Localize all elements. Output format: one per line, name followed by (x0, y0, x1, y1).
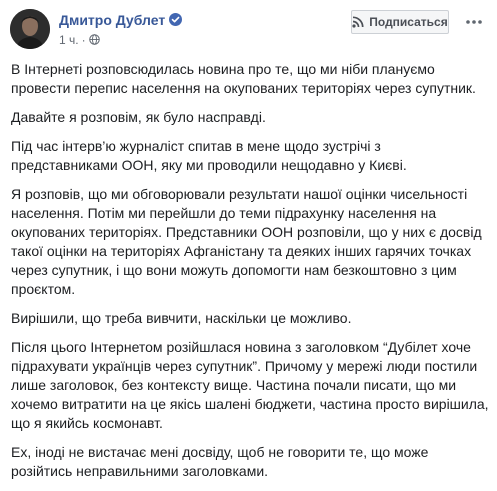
rss-feed-icon (352, 16, 364, 28)
post-paragraph: Вирішили, що треба вивчити, наскільки це… (11, 310, 352, 326)
author-name-text[interactable]: Дмитро Дублет (59, 12, 165, 28)
avatar[interactable] (10, 9, 50, 49)
post-paragraph: Я розповів, що ми обговорювали результат… (11, 186, 482, 297)
post-paragraph: Після цього Інтернетом розійшлася новина… (11, 339, 489, 431)
post-body: В Інтернеті розповсюдилась новина про те… (11, 60, 489, 491)
globe-icon[interactable] (88, 34, 100, 45)
more-options-button[interactable] (461, 10, 487, 34)
post-timestamp[interactable]: 1 ч. (59, 33, 79, 47)
post-paragraph: Давайте я розповім, як було насправді. (11, 109, 266, 125)
author-name[interactable]: Дмитро Дублет (59, 12, 183, 28)
post-paragraph: В Інтернеті розповсюдилась новина про те… (11, 61, 476, 96)
verified-badge-icon (169, 13, 183, 26)
follow-button-label: Подписаться (369, 15, 448, 29)
follow-button[interactable]: Подписаться (351, 10, 449, 34)
post-paragraph: Під час інтерв’ю журналіст спитав в мене… (11, 138, 407, 173)
more-dots-icon (466, 20, 482, 24)
post-paragraph: Ех, іноді не вистачає мені досвіду, щоб … (11, 444, 429, 479)
meta-separator: · (81, 33, 86, 47)
post-meta: 1 ч. · (59, 33, 100, 47)
post-header: Дмитро Дублет 1 ч. · Подписаться (0, 0, 497, 52)
